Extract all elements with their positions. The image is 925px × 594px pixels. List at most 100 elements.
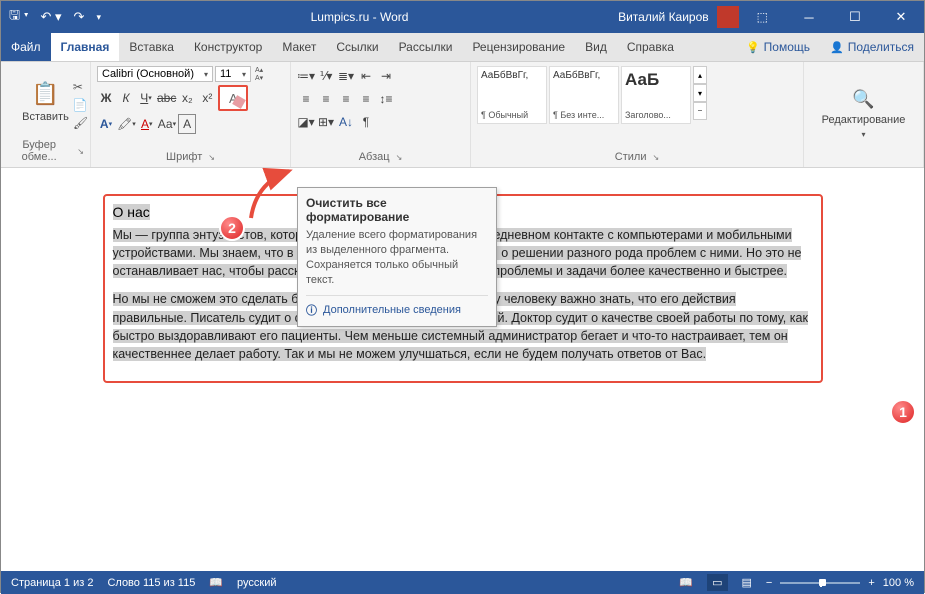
status-words[interactable]: Слово 115 из 115 <box>107 577 195 589</box>
quick-access-toolbar: 🖫 ▾ ↶ ▾ ↷ ▾ <box>1 6 101 28</box>
group-paragraph-label: Абзац <box>359 151 390 163</box>
text-effects-button[interactable]: A▾ <box>97 114 115 134</box>
ribbon-options-icon[interactable]: ⬚ <box>757 10 768 24</box>
highlight-button[interactable]: 🖍▾ <box>117 114 136 134</box>
show-marks-button[interactable]: ¶ <box>357 112 375 132</box>
help-icon: 💡 <box>746 41 760 54</box>
sort-button[interactable]: A↓ <box>337 112 355 132</box>
cut-icon[interactable]: ✂ <box>73 80 88 94</box>
status-page[interactable]: Страница 1 из 2 <box>11 577 93 589</box>
font-size-combo[interactable]: 11▾ <box>215 66 251 82</box>
underline-button[interactable]: Ч▾ <box>137 88 155 108</box>
ribbon-tabs: Файл Главная Вставка Конструктор Макет С… <box>1 33 924 62</box>
tab-help[interactable]: Справка <box>617 33 684 61</box>
proofing-icon[interactable]: 📖 <box>209 576 223 589</box>
decrease-indent-button[interactable]: ⇤ <box>357 66 375 86</box>
group-clipboard: 📋 Вставить ✂ 📄 🖌 Буфер обме... ↘ <box>1 62 91 167</box>
styles-down-icon[interactable]: ▾ <box>693 84 707 102</box>
tab-review[interactable]: Рецензирование <box>462 33 575 61</box>
group-paragraph: ≔▾ ⅟▾ ≣▾ ⇤ ⇥ ≡ ≡ ≡ ≡ ↕≡ ◪▾ ⊞▾ A↓ ¶ Абзац… <box>291 62 471 167</box>
font-shrink-icon[interactable]: A▾ <box>255 74 263 82</box>
increase-indent-button[interactable]: ⇥ <box>377 66 395 86</box>
view-print-icon[interactable]: ▭ <box>707 574 727 591</box>
tab-design[interactable]: Конструктор <box>184 33 272 61</box>
annotation-arrow <box>241 163 301 223</box>
info-icon: ⓘ <box>306 302 317 318</box>
font-grow-icon[interactable]: A▴ <box>255 66 263 74</box>
tooltip-more-link[interactable]: ⓘ Дополнительные сведения <box>306 295 488 318</box>
close-button[interactable]: ✕ <box>878 1 924 33</box>
tab-view[interactable]: Вид <box>575 33 617 61</box>
paste-button[interactable]: Вставить <box>22 111 69 123</box>
undo-icon[interactable]: ↶ ▾ <box>41 9 62 25</box>
group-editing: 🔍 Редактирование ▾ <box>804 62 924 167</box>
styles-up-icon[interactable]: ▴ <box>693 66 707 84</box>
font-family-combo[interactable]: Calibri (Основной)▾ <box>97 66 213 82</box>
align-left-button[interactable]: ≡ <box>297 89 315 109</box>
superscript-button[interactable]: x² <box>198 88 216 108</box>
user-name: Виталий Каиров <box>618 10 709 24</box>
numbering-button[interactable]: ⅟▾ <box>317 66 335 86</box>
tooltip-clear-formatting: Очистить все форматирование Удаление все… <box>297 187 497 327</box>
tab-insert[interactable]: Вставка <box>119 33 184 61</box>
styles-launcher[interactable]: ↘ <box>653 153 660 162</box>
share-button[interactable]: 👤Поделиться <box>820 33 924 61</box>
autosave-icon[interactable]: 🖫 ▾ <box>9 6 29 28</box>
minimize-button[interactable]: ─ <box>786 1 832 33</box>
group-clipboard-label: Буфер обме... <box>7 139 71 163</box>
style-heading[interactable]: АаБЗаголово... <box>621 66 691 124</box>
char-border-button[interactable]: А <box>178 114 196 134</box>
tab-file[interactable]: Файл <box>1 33 51 61</box>
format-painter-icon[interactable]: 🖌 <box>73 116 88 130</box>
help-button[interactable]: 💡Помощь <box>736 33 820 61</box>
styles-pager: ▴ ▾ ⎯ <box>693 66 707 120</box>
maximize-button[interactable]: ☐ <box>832 1 878 33</box>
zoom-slider[interactable] <box>780 582 860 584</box>
style-no-spacing[interactable]: АаБбВвГг,¶ Без инте... <box>549 66 619 124</box>
clear-formatting-button[interactable]: A <box>218 85 248 111</box>
tab-layout[interactable]: Макет <box>272 33 326 61</box>
tab-mailings[interactable]: Рассылки <box>389 33 463 61</box>
subscript-button[interactable]: x₂ <box>178 88 196 108</box>
font-color-button[interactable]: A▾ <box>138 114 156 134</box>
redo-icon[interactable]: ↷ <box>74 9 85 25</box>
line-spacing-button[interactable]: ↕≡ <box>377 89 395 109</box>
status-language[interactable]: русский <box>237 577 276 589</box>
zoom-out-button[interactable]: − <box>766 577 772 589</box>
shading-button[interactable]: ◪▾ <box>297 112 315 132</box>
multilevel-button[interactable]: ≣▾ <box>337 66 355 86</box>
clipboard-launcher[interactable]: ↘ <box>77 147 84 156</box>
change-case-button[interactable]: Аа▾ <box>158 114 176 134</box>
status-bar: Страница 1 из 2 Слово 115 из 115 📖 русск… <box>1 571 924 594</box>
user-area[interactable]: Виталий Каиров ⬚ <box>618 6 786 28</box>
zoom-value[interactable]: 100 % <box>883 577 914 589</box>
find-icon[interactable]: 🔍 <box>852 89 874 110</box>
italic-button[interactable]: К <box>117 88 135 108</box>
align-justify-button[interactable]: ≡ <box>357 89 375 109</box>
borders-button[interactable]: ⊞▾ <box>317 112 335 132</box>
paste-icon[interactable]: 📋 <box>32 81 59 107</box>
paragraph-launcher[interactable]: ↘ <box>396 153 403 162</box>
styles-more-icon[interactable]: ⎯ <box>693 102 707 120</box>
copy-icon[interactable]: 📄 <box>73 98 88 112</box>
editing-dropdown[interactable]: Редактирование <box>822 114 906 126</box>
view-read-icon[interactable]: 📖 <box>679 576 693 589</box>
zoom-in-button[interactable]: + <box>868 577 874 589</box>
align-center-button[interactable]: ≡ <box>317 89 335 109</box>
style-normal[interactable]: АаБбВвГг,¶ Обычный <box>477 66 547 124</box>
bold-button[interactable]: Ж <box>97 88 115 108</box>
tab-references[interactable]: Ссылки <box>326 33 388 61</box>
avatar[interactable] <box>717 6 739 28</box>
doc-heading[interactable]: О нас <box>113 204 150 220</box>
window-title: Lumpics.ru - Word <box>101 10 618 24</box>
group-styles: АаБбВвГг,¶ Обычный АаБбВвГг,¶ Без инте..… <box>471 62 804 167</box>
font-launcher[interactable]: ↘ <box>208 153 215 162</box>
titlebar: 🖫 ▾ ↶ ▾ ↷ ▾ Lumpics.ru - Word Виталий Ка… <box>1 1 924 33</box>
strikethrough-button[interactable]: abc <box>157 88 176 108</box>
share-icon: 👤 <box>830 41 844 54</box>
bullets-button[interactable]: ≔▾ <box>297 66 315 86</box>
tooltip-body: Удаление всего форматирования из выделен… <box>306 228 488 287</box>
align-right-button[interactable]: ≡ <box>337 89 355 109</box>
tab-home[interactable]: Главная <box>51 33 120 61</box>
view-web-icon[interactable]: ▤ <box>742 576 752 589</box>
